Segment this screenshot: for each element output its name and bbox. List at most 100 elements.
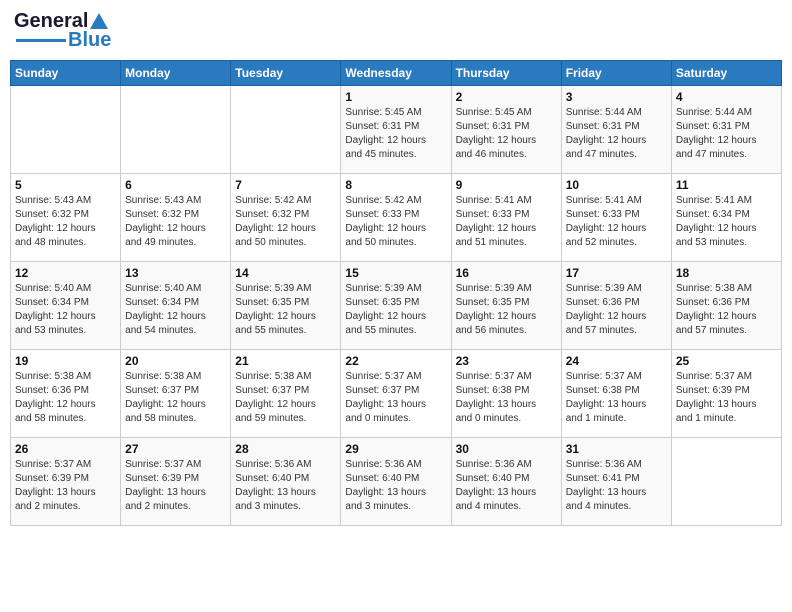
- calendar-cell: 19Sunrise: 5:38 AM Sunset: 6:36 PM Dayli…: [11, 350, 121, 438]
- calendar-week-row: 19Sunrise: 5:38 AM Sunset: 6:36 PM Dayli…: [11, 350, 782, 438]
- day-number: 2: [456, 90, 557, 104]
- calendar-cell: 10 Sunrise: 5:41 AM Sunset: 6:33 PM Dayli…: [561, 174, 671, 262]
- calendar-cell: 27 Sunrise: 5:37 AM Sunset: 6:39 PM Dayli…: [121, 438, 231, 526]
- day-info: Sunrise: 5:37 AM Sunset: 6:37 PM Dayligh…: [345, 370, 446, 426]
- col-header-saturday: Saturday: [671, 61, 781, 86]
- calendar-cell: 25 Sunrise: 5:37 AM Sunset: 6:39 PM Dayli…: [671, 350, 781, 438]
- day-number: 15: [345, 266, 446, 280]
- calendar-cell: 16Sunrise: 5:39 AM Sunset: 6:35 PM Dayli…: [451, 262, 561, 350]
- calendar-cell: 14 Sunrise: 5:39 AM Sunset: 6:35 PM Dayli…: [231, 262, 341, 350]
- day-info: Sunrise: 5:37 AM Sunset: 6:39 PM Dayligh…: [676, 370, 777, 426]
- logo: General Blue: [14, 10, 111, 52]
- day-info: Sunrise: 5:40 AM Sunset: 6:34 PM Dayligh…: [125, 282, 226, 338]
- day-info: Sunrise: 5:41 AM Sunset: 6:34 PM Dayligh…: [676, 194, 777, 250]
- day-number: 30: [456, 442, 557, 456]
- day-number: 26: [15, 442, 116, 456]
- calendar-cell: [11, 86, 121, 174]
- calendar-cell: [121, 86, 231, 174]
- day-number: 24: [566, 354, 667, 368]
- day-number: 22: [345, 354, 446, 368]
- col-header-sunday: Sunday: [11, 61, 121, 86]
- calendar-cell: 2 Sunrise: 5:45 AM Sunset: 6:31 PM Daylig…: [451, 86, 561, 174]
- calendar-week-row: 26 Sunrise: 5:37 AM Sunset: 6:39 PM Dayli…: [11, 438, 782, 526]
- calendar-week-row: 12 Sunrise: 5:40 AM Sunset: 6:34 PM Dayli…: [11, 262, 782, 350]
- day-number: 11: [676, 178, 777, 192]
- calendar-cell: 18Sunrise: 5:38 AM Sunset: 6:36 PM Dayli…: [671, 262, 781, 350]
- calendar-week-row: 5 Sunrise: 5:43 AM Sunset: 6:32 PM Daylig…: [11, 174, 782, 262]
- calendar-cell: 3 Sunrise: 5:44 AM Sunset: 6:31 PM Daylig…: [561, 86, 671, 174]
- day-number: 12: [15, 266, 116, 280]
- day-info: Sunrise: 5:40 AM Sunset: 6:34 PM Dayligh…: [15, 282, 116, 338]
- day-number: 28: [235, 442, 336, 456]
- day-info: Sunrise: 5:38 AM Sunset: 6:37 PM Dayligh…: [235, 370, 336, 426]
- day-number: 9: [456, 178, 557, 192]
- calendar-cell: 11 Sunrise: 5:41 AM Sunset: 6:34 PM Dayli…: [671, 174, 781, 262]
- calendar-cell: 12 Sunrise: 5:40 AM Sunset: 6:34 PM Dayli…: [11, 262, 121, 350]
- day-number: 17: [566, 266, 667, 280]
- calendar-cell: 1 Sunrise: 5:45 AM Sunset: 6:31 PM Daylig…: [341, 86, 451, 174]
- day-info: Sunrise: 5:37 AM Sunset: 6:39 PM Dayligh…: [15, 458, 116, 514]
- day-info: Sunrise: 5:42 AM Sunset: 6:33 PM Dayligh…: [345, 194, 446, 250]
- day-info: Sunrise: 5:45 AM Sunset: 6:31 PM Dayligh…: [345, 106, 446, 162]
- calendar-cell: 23Sunrise: 5:37 AM Sunset: 6:38 PM Dayli…: [451, 350, 561, 438]
- calendar-cell: 24 Sunrise: 5:37 AM Sunset: 6:38 PM Dayli…: [561, 350, 671, 438]
- day-info: Sunrise: 5:38 AM Sunset: 6:37 PM Dayligh…: [125, 370, 226, 426]
- col-header-wednesday: Wednesday: [341, 61, 451, 86]
- calendar-cell: 13 Sunrise: 5:40 AM Sunset: 6:34 PM Dayli…: [121, 262, 231, 350]
- col-header-monday: Monday: [121, 61, 231, 86]
- day-number: 18: [676, 266, 777, 280]
- day-number: 14: [235, 266, 336, 280]
- calendar-cell: [671, 438, 781, 526]
- day-number: 31: [566, 442, 667, 456]
- page-header: General Blue: [10, 10, 782, 52]
- day-info: Sunrise: 5:44 AM Sunset: 6:31 PM Dayligh…: [566, 106, 667, 162]
- calendar-week-row: 1 Sunrise: 5:45 AM Sunset: 6:31 PM Daylig…: [11, 86, 782, 174]
- day-info: Sunrise: 5:37 AM Sunset: 6:39 PM Dayligh…: [125, 458, 226, 514]
- calendar-cell: 15Sunrise: 5:39 AM Sunset: 6:35 PM Dayli…: [341, 262, 451, 350]
- calendar-cell: 28Sunrise: 5:36 AM Sunset: 6:40 PM Dayli…: [231, 438, 341, 526]
- day-number: 21: [235, 354, 336, 368]
- day-number: 5: [15, 178, 116, 192]
- calendar-cell: [231, 86, 341, 174]
- calendar-header-row: SundayMondayTuesdayWednesdayThursdayFrid…: [11, 61, 782, 86]
- calendar-cell: 5 Sunrise: 5:43 AM Sunset: 6:32 PM Daylig…: [11, 174, 121, 262]
- calendar-cell: 17 Sunrise: 5:39 AM Sunset: 6:36 PM Dayli…: [561, 262, 671, 350]
- day-info: Sunrise: 5:39 AM Sunset: 6:36 PM Dayligh…: [566, 282, 667, 338]
- calendar-cell: 29 Sunrise: 5:36 AM Sunset: 6:40 PM Dayli…: [341, 438, 451, 526]
- day-number: 13: [125, 266, 226, 280]
- day-info: Sunrise: 5:43 AM Sunset: 6:32 PM Dayligh…: [15, 194, 116, 250]
- day-number: 6: [125, 178, 226, 192]
- calendar-cell: 30 Sunrise: 5:36 AM Sunset: 6:40 PM Dayli…: [451, 438, 561, 526]
- day-info: Sunrise: 5:39 AM Sunset: 6:35 PM Dayligh…: [235, 282, 336, 338]
- day-info: Sunrise: 5:37 AM Sunset: 6:38 PM Dayligh…: [456, 370, 557, 426]
- day-number: 19: [15, 354, 116, 368]
- day-info: Sunrise: 5:36 AM Sunset: 6:41 PM Dayligh…: [566, 458, 667, 514]
- day-info: Sunrise: 5:41 AM Sunset: 6:33 PM Dayligh…: [566, 194, 667, 250]
- calendar-table: SundayMondayTuesdayWednesdayThursdayFrid…: [10, 60, 782, 526]
- col-header-friday: Friday: [561, 61, 671, 86]
- day-info: Sunrise: 5:36 AM Sunset: 6:40 PM Dayligh…: [345, 458, 446, 514]
- day-number: 27: [125, 442, 226, 456]
- day-info: Sunrise: 5:41 AM Sunset: 6:33 PM Dayligh…: [456, 194, 557, 250]
- day-number: 7: [235, 178, 336, 192]
- day-number: 29: [345, 442, 446, 456]
- day-info: Sunrise: 5:36 AM Sunset: 6:40 PM Dayligh…: [456, 458, 557, 514]
- calendar-cell: 21 Sunrise: 5:38 AM Sunset: 6:37 PM Dayli…: [231, 350, 341, 438]
- day-number: 3: [566, 90, 667, 104]
- col-header-tuesday: Tuesday: [231, 61, 341, 86]
- day-number: 25: [676, 354, 777, 368]
- calendar-cell: 26 Sunrise: 5:37 AM Sunset: 6:39 PM Dayli…: [11, 438, 121, 526]
- day-number: 1: [345, 90, 446, 104]
- day-number: 8: [345, 178, 446, 192]
- day-info: Sunrise: 5:43 AM Sunset: 6:32 PM Dayligh…: [125, 194, 226, 250]
- day-number: 4: [676, 90, 777, 104]
- day-info: Sunrise: 5:45 AM Sunset: 6:31 PM Dayligh…: [456, 106, 557, 162]
- calendar-cell: 31 Sunrise: 5:36 AM Sunset: 6:41 PM Dayli…: [561, 438, 671, 526]
- day-info: Sunrise: 5:42 AM Sunset: 6:32 PM Dayligh…: [235, 194, 336, 250]
- day-number: 10: [566, 178, 667, 192]
- calendar-cell: 20Sunrise: 5:38 AM Sunset: 6:37 PM Dayli…: [121, 350, 231, 438]
- logo-blue-text: Blue: [68, 29, 111, 52]
- day-info: Sunrise: 5:37 AM Sunset: 6:38 PM Dayligh…: [566, 370, 667, 426]
- col-header-thursday: Thursday: [451, 61, 561, 86]
- calendar-cell: 6 Sunrise: 5:43 AM Sunset: 6:32 PM Daylig…: [121, 174, 231, 262]
